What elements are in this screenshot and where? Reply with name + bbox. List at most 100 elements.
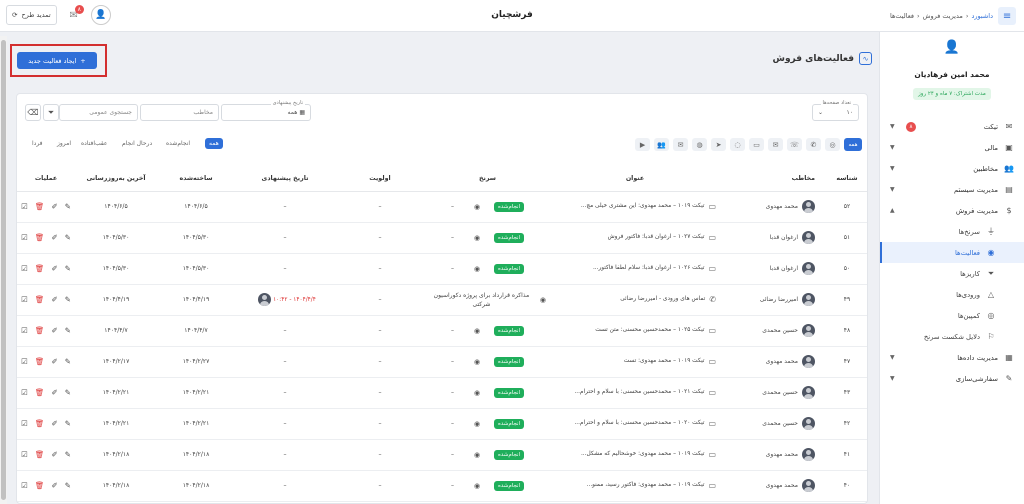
edit-icon[interactable]: ✎	[65, 264, 71, 273]
row-title[interactable]: ▭ تیکت ۱۰۲۵ – محمدحسین محسنی: متن تست	[550, 315, 720, 347]
row-contact[interactable]: محمد مهدوی	[720, 191, 825, 223]
search-input[interactable]: جستجوی عمومی	[59, 104, 138, 121]
breadcrumb-dashboard[interactable]: داشبورد	[972, 12, 994, 20]
row-contact[interactable]: امیررضا رضائی	[720, 284, 825, 316]
header-priority[interactable]: اولویت	[335, 167, 425, 192]
update-plan-button[interactable]: تمدید طرح ⟳	[6, 5, 57, 25]
pencil-icon[interactable]: ✐	[51, 481, 57, 490]
table-row[interactable]: ۴۷ محمد مهدوی ▭ تیکت ۱۰۱۹ – محمد مهدوی: تست…	[17, 346, 867, 378]
pencil-icon[interactable]: ✐	[51, 388, 57, 397]
table-row[interactable]: ۴۳ حسین محمدی ▭ تیکت ۱۰۲۱ – محمدحسین محسنی:…	[17, 377, 867, 409]
check-icon[interactable]: ☑	[21, 295, 28, 304]
row-contact[interactable]: حسین محمدی	[720, 377, 825, 409]
eye-icon[interactable]: ◉	[474, 265, 480, 273]
chat-icon[interactable]: ✉	[768, 138, 783, 151]
sidebar-item-lost-reasons[interactable]: ⚐ دلایل شکست سرنخ	[880, 326, 1024, 347]
clear-filter-icon[interactable]: ⌫	[25, 104, 41, 121]
header-suggested-date[interactable]: تاریخ پیشنهادی	[235, 167, 335, 192]
sidebar-item-activities[interactable]: ◉ فعالیت‌ها	[880, 242, 1024, 263]
phone-icon[interactable]: ✆	[806, 138, 821, 151]
profile-avatar-icon[interactable]: 👤	[90, 5, 111, 25]
page-size-select[interactable]: تعداد صفحه‌ها ۱۰ ⌄	[812, 100, 859, 121]
edit-icon[interactable]: ✎	[65, 419, 71, 428]
trash-icon[interactable]: 🗑	[35, 264, 45, 273]
pencil-icon[interactable]: ✐	[51, 450, 57, 459]
edit-icon[interactable]: ✎	[65, 481, 71, 490]
table-row[interactable]: ۵۲ محمد مهدوی ▭ تیکت ۱۰۱۹ – محمد مهدوی: این…	[17, 191, 867, 223]
filter-icon[interactable]: ⏷	[43, 104, 59, 121]
eye-icon[interactable]: ◉	[474, 451, 480, 459]
sidebar-item-contacts[interactable]: 👥 مخاطبین ▼	[880, 158, 1024, 179]
header-id[interactable]: شناسه	[825, 167, 867, 192]
trash-icon[interactable]: 🗑	[35, 357, 45, 366]
tab-in-progress[interactable]: در‌حال انجام	[122, 140, 152, 147]
instagram-icon[interactable]: ◎	[825, 138, 840, 151]
menu-icon[interactable]: ≡	[998, 7, 1016, 25]
eye-icon[interactable]: ◉	[474, 327, 480, 335]
trash-icon[interactable]: 🗑	[35, 326, 45, 335]
sidebar-item-finance[interactable]: ▣ مالی ▼	[880, 137, 1024, 158]
eye-icon[interactable]: ◉	[474, 420, 480, 428]
table-row[interactable]: ۵۰ ارغوان قدبا ▭ تیکت ۱۰۲۶ – ارغوان قدبا: س…	[17, 253, 867, 285]
scrollbar-thumb[interactable]	[1, 40, 6, 500]
eye-icon[interactable]: ◉	[474, 389, 480, 397]
channel-all[interactable]: همه	[844, 138, 862, 151]
tab-done[interactable]: انجام‌شده	[166, 140, 190, 147]
trash-icon[interactable]: 🗑	[35, 481, 45, 490]
eye-icon[interactable]: ◉	[474, 482, 480, 490]
suggested-date-filter[interactable]: تاریخ پیشنهادی ▦ همه	[221, 100, 311, 121]
header-title[interactable]: عنوان	[550, 167, 720, 192]
row-contact[interactable]: حسین محمدی	[720, 408, 825, 440]
row-title[interactable]: ▭ تیکت ۱۰۲۶ – ارغوان قدبا: سلام لطفا فاکت…	[550, 253, 720, 285]
sidebar-item-leads[interactable]: ⏚ سرنخ‌ها	[880, 221, 1024, 242]
eye-icon[interactable]: ◉	[474, 203, 480, 211]
table-row[interactable]: ۵۱ ارغوان قدبا ▭ تیکت ۱۰۲۷ – ارغوان قدبا: ف…	[17, 222, 867, 254]
edit-icon[interactable]: ✎	[65, 450, 71, 459]
lead-text[interactable]: مذاکره قرارداد برای پروژه دکوراسیون شرکت…	[434, 292, 530, 308]
email-icon[interactable]: ✉	[673, 138, 688, 151]
row-title[interactable]: ▭ تیکت ۱۰۱۹ – محمد مهدوی: فاکتور رسید، مم…	[550, 470, 720, 502]
row-title[interactable]: ▭ تیکت ۱۰۲۱ – محمدحسین محسنی: با سلام و ا…	[550, 377, 720, 409]
check-icon[interactable]: ☑	[21, 202, 28, 211]
row-title[interactable]: ✆ تماس های ورودی - امیررضا رضائی	[550, 284, 720, 316]
sidebar-item-inputs[interactable]: △ ورودی‌ها	[880, 284, 1024, 305]
eye-icon[interactable]: ◉	[474, 234, 480, 242]
row-contact[interactable]: محمد مهدوی	[720, 346, 825, 378]
check-icon[interactable]: ☑	[21, 450, 28, 459]
pencil-icon[interactable]: ✐	[51, 264, 57, 273]
meeting-icon[interactable]: 👥	[654, 138, 669, 151]
trash-icon[interactable]: 🗑	[35, 450, 45, 459]
sidebar-item-customize[interactable]: ✎ سفارشی‌سازی ▼	[880, 368, 1024, 389]
row-contact[interactable]: محمد مهدوی	[720, 439, 825, 471]
row-title[interactable]: ▭ تیکت ۱۰۱۹ – محمد مهدوی: تست	[550, 346, 720, 378]
table-row[interactable]: ۴۸ حسین محمدی ▭ تیکت ۱۰۲۵ – محمدحسین محسنی:…	[17, 315, 867, 347]
pencil-icon[interactable]: ✐	[51, 357, 57, 366]
sms-icon[interactable]: ▭	[749, 138, 764, 151]
trash-icon[interactable]: 🗑	[35, 233, 45, 242]
sidebar-item-data[interactable]: ▦ مدیریت داده‌ها ▼	[880, 347, 1024, 368]
tab-today[interactable]: امروز	[57, 140, 71, 147]
header-created[interactable]: ساخته‌شده	[157, 167, 235, 192]
row-contact[interactable]: حسین محمدی	[720, 315, 825, 347]
sidebar-item-system[interactable]: ▤ مدیریت سیستم ▼	[880, 179, 1024, 200]
header-contact[interactable]: مخاطب	[720, 167, 825, 192]
video-icon[interactable]: ▶	[635, 138, 650, 151]
edit-icon[interactable]: ✎	[65, 295, 71, 304]
breadcrumb-sales[interactable]: مدیریت فروش	[923, 12, 963, 20]
row-contact[interactable]: ارغوان قدبا	[720, 222, 825, 254]
row-contact[interactable]: ارغوان قدبا	[720, 253, 825, 285]
whatsapp-icon[interactable]: ◍	[692, 138, 707, 151]
pencil-icon[interactable]: ✐	[51, 202, 57, 211]
pencil-icon[interactable]: ✐	[51, 419, 57, 428]
check-icon[interactable]: ☑	[21, 357, 28, 366]
eye-icon[interactable]: ◉	[540, 296, 546, 304]
row-title[interactable]: ▭ تیکت ۱۰۱۹ – محمد مهدوی: خوشحالیم که مشک…	[550, 439, 720, 471]
check-icon[interactable]: ☑	[21, 419, 28, 428]
table-row[interactable]: ۴۱ محمد مهدوی ▭ تیکت ۱۰۱۹ – محمد مهدوی: خوش…	[17, 439, 867, 471]
sidebar-item-ticket[interactable]: ✉ تیکت ۸ ▼	[880, 116, 1024, 137]
trash-icon[interactable]: 🗑	[35, 388, 45, 397]
edit-icon[interactable]: ✎	[65, 388, 71, 397]
sidebar-item-sales[interactable]: $ مدیریت فروش ▲	[880, 200, 1024, 221]
edit-icon[interactable]: ✎	[65, 233, 71, 242]
call-incoming-icon[interactable]: ☏	[787, 138, 802, 151]
